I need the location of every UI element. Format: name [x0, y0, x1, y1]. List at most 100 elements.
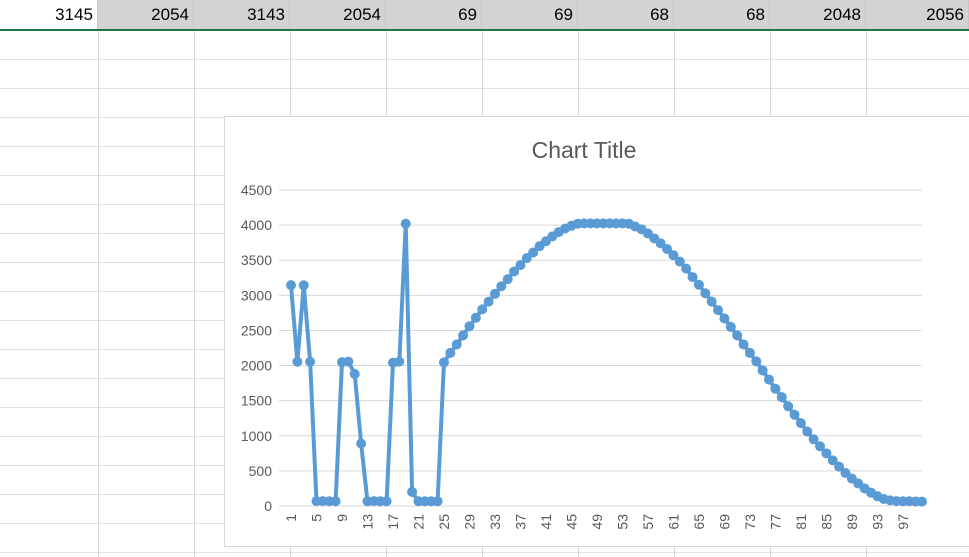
data-point — [770, 383, 781, 394]
cell-value[interactable]: 3145 — [0, 0, 98, 29]
data-point — [400, 218, 411, 229]
y-tick-label: 1500 — [241, 393, 272, 409]
y-tick-label: 3500 — [241, 252, 272, 268]
data-point — [394, 356, 405, 367]
x-tick-label: 65 — [691, 514, 707, 530]
data-point — [286, 280, 296, 291]
data-point — [451, 339, 462, 350]
cell-value[interactable]: 3143 — [194, 0, 290, 29]
chart-area[interactable]: Chart Title 0 500 1000 1500 2000 2500 3000 3500… — [224, 116, 969, 547]
row-1: 3145 2054 3143 2054 69 69 68 68 2048 2056 — [0, 0, 969, 31]
y-tick-label: 2500 — [241, 322, 272, 338]
data-point — [917, 496, 927, 507]
y-tick-label: 4000 — [241, 217, 272, 233]
data-point — [483, 296, 494, 307]
data-point — [776, 392, 787, 403]
data-point — [738, 339, 749, 350]
series-points — [286, 218, 927, 507]
data-point — [795, 418, 806, 429]
cell-value[interactable]: 2056 — [866, 0, 969, 29]
cell-value[interactable]: 69 — [482, 0, 578, 29]
x-tick-label: 49 — [589, 514, 605, 530]
y-axis-labels: 0 500 1000 1500 2000 2500 3000 3500 4000 4500 — [241, 182, 272, 514]
y-tick-label: 3000 — [241, 287, 272, 303]
x-axis-labels: 1 5 9 13 17 21 25 29 33 37 41 45 49 53 57 61 65 69 73 77 81 8… — [283, 514, 911, 530]
cell-value[interactable]: 2054 — [98, 0, 194, 29]
x-tick-label: 41 — [538, 514, 554, 530]
data-point — [713, 305, 724, 316]
x-tick-label: 33 — [487, 514, 503, 530]
data-point — [489, 288, 500, 299]
cell-value[interactable]: 2048 — [770, 0, 866, 29]
data-point — [802, 426, 813, 437]
data-point — [343, 356, 354, 367]
x-tick-label: 5 — [308, 514, 324, 522]
x-tick-label: 13 — [359, 514, 375, 530]
column-gridline — [98, 0, 99, 557]
data-point — [407, 486, 418, 497]
x-tick-label: 73 — [742, 514, 758, 530]
data-point — [719, 313, 730, 324]
cell-value[interactable]: 2054 — [290, 0, 386, 29]
x-tick-label: 57 — [640, 514, 656, 530]
data-point — [305, 356, 316, 367]
x-tick-label: 77 — [767, 514, 783, 530]
x-tick-label: 45 — [563, 514, 579, 530]
x-tick-label: 29 — [461, 514, 477, 530]
x-tick-label: 9 — [334, 514, 350, 522]
data-point — [706, 296, 717, 307]
y-tick-label: 2000 — [241, 358, 272, 374]
data-point — [458, 330, 469, 341]
data-point — [789, 409, 800, 420]
row-gridline — [0, 552, 969, 553]
row-gridline — [0, 59, 969, 60]
x-tick-label: 21 — [410, 514, 426, 530]
data-point — [757, 365, 768, 376]
data-point — [330, 496, 341, 507]
line-chart: Chart Title 0 500 1000 1500 2000 2500 3000 3500… — [241, 137, 927, 530]
row-gridline — [0, 88, 969, 89]
data-point — [438, 357, 449, 368]
series-line — [289, 221, 923, 504]
x-tick-label: 85 — [818, 514, 834, 530]
data-point — [783, 401, 794, 412]
cell-value[interactable]: 68 — [674, 0, 770, 29]
data-point — [764, 374, 775, 385]
chart-title: Chart Title — [532, 137, 637, 163]
x-tick-label: 25 — [436, 514, 452, 530]
data-point — [381, 496, 392, 507]
data-point — [292, 356, 303, 367]
x-tick-label: 61 — [665, 514, 681, 530]
y-tick-label: 500 — [249, 463, 273, 479]
data-point — [349, 368, 360, 379]
data-point — [470, 312, 481, 323]
spreadsheet-grid: 3145 2054 3143 2054 69 69 68 68 2048 2056 Chart T… — [0, 0, 969, 557]
y-tick-label: 4500 — [241, 182, 272, 198]
x-tick-label: 37 — [512, 514, 528, 530]
x-tick-label: 93 — [869, 514, 885, 530]
column-gridline — [194, 0, 195, 557]
x-tick-label: 17 — [385, 514, 401, 530]
x-tick-label: 89 — [844, 514, 860, 530]
x-tick-label: 97 — [895, 514, 911, 530]
cell-value[interactable]: 69 — [386, 0, 482, 29]
x-tick-label: 69 — [716, 514, 732, 530]
data-point — [432, 496, 443, 507]
data-point — [725, 321, 736, 332]
data-point — [477, 304, 488, 315]
data-point — [445, 347, 456, 358]
x-tick-label: 1 — [283, 514, 299, 522]
y-tick-label: 0 — [264, 498, 272, 514]
x-tick-label: 53 — [614, 514, 630, 530]
data-point — [751, 356, 762, 367]
y-gridlines — [279, 189, 922, 507]
y-tick-label: 1000 — [241, 428, 272, 444]
data-point — [356, 438, 367, 449]
data-point — [732, 330, 743, 341]
data-point — [464, 321, 475, 332]
data-point — [687, 272, 698, 283]
data-point — [700, 288, 711, 299]
cell-value[interactable]: 68 — [578, 0, 674, 29]
data-point — [681, 263, 692, 274]
data-point — [298, 280, 309, 291]
